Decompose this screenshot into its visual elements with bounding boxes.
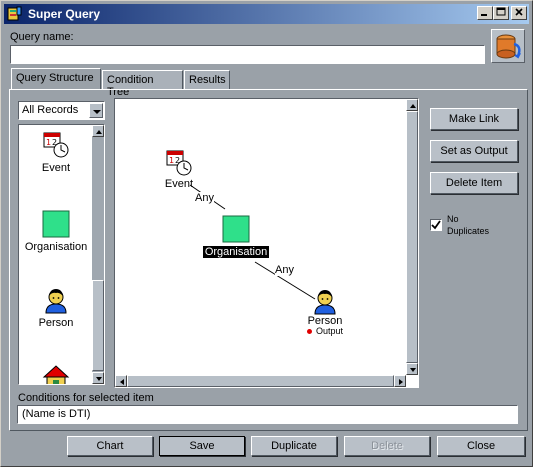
calendar-clock-icon: 1 2: [43, 132, 69, 158]
arrow-down-icon: [96, 377, 102, 381]
palette-scrollbar[interactable]: [92, 125, 104, 384]
no-duplicates-label: No Duplicates: [447, 213, 489, 237]
canvas-node-label: Event: [164, 178, 194, 190]
palette-scroll-thumb[interactable]: [92, 280, 104, 371]
arrow-up-icon: [410, 104, 416, 108]
close-button[interactable]: Close: [437, 436, 525, 456]
palette-item-label: Person: [38, 317, 74, 329]
palette-item-place[interactable]: [19, 363, 93, 384]
arrow-down-icon: [410, 368, 416, 372]
scroll-down-button[interactable]: [92, 372, 104, 384]
output-label: Output: [315, 326, 344, 336]
super-query-window: Super Query Query name: Query Structure …: [0, 0, 533, 467]
arrow-left-icon: [120, 379, 124, 385]
canvas-vertical-scrollbar[interactable]: [406, 99, 418, 375]
no-duplicates-label-line1: No: [447, 214, 459, 224]
delete-item-button[interactable]: Delete Item: [430, 172, 518, 194]
close-window-button[interactable]: [511, 6, 527, 20]
house-icon: [42, 365, 70, 384]
close-icon: [515, 8, 523, 16]
canvas-horizontal-scrollbar[interactable]: [115, 375, 406, 387]
green-square-icon: [222, 215, 250, 243]
chart-button[interactable]: Chart: [67, 436, 153, 456]
scroll-up-button[interactable]: [92, 125, 104, 137]
palette-item-label: Event: [41, 162, 71, 174]
save-button[interactable]: Save: [159, 436, 245, 456]
arrow-right-icon: [399, 379, 403, 385]
duplicate-button[interactable]: Duplicate: [251, 436, 337, 456]
arrow-up-icon: [96, 130, 102, 134]
link-label[interactable]: Any: [195, 192, 214, 204]
chevron-down-icon: [93, 110, 101, 114]
query-name-input[interactable]: [10, 45, 485, 64]
record-filter-select[interactable]: All Records: [18, 101, 105, 120]
node-palette-list: 1 2 Event Organisation Person: [18, 124, 105, 385]
svg-text:1: 1: [46, 138, 51, 147]
scroll-up-button[interactable]: [406, 99, 418, 111]
person-icon: [45, 289, 67, 314]
minimize-button[interactable]: [477, 6, 493, 20]
minimize-icon: [481, 14, 487, 16]
calendar-clock-icon: 1 2: [166, 150, 192, 176]
set-as-output-button[interactable]: Set as Output: [430, 140, 518, 162]
canvas-node-label-selected: Organisation: [202, 246, 270, 258]
tab-results[interactable]: Results: [184, 70, 230, 90]
record-filter-dropdown-button[interactable]: [89, 103, 103, 118]
output-marker: Output: [300, 326, 350, 336]
tab-condition-tree[interactable]: Condition Tree: [102, 70, 183, 98]
maximize-button[interactable]: [493, 6, 509, 20]
person-icon: [314, 290, 336, 315]
record-filter-value: All Records: [22, 104, 79, 116]
checkmark-icon: [431, 220, 441, 230]
conditions-label: Conditions for selected item: [18, 392, 154, 404]
canvas-node-organisation[interactable]: Organisation: [201, 215, 271, 258]
query-database-button[interactable]: [491, 29, 525, 63]
scroll-down-button[interactable]: [406, 363, 418, 375]
scroll-right-button[interactable]: [394, 375, 406, 387]
window-title: Super Query: [28, 7, 101, 21]
scroll-left-button[interactable]: [115, 375, 127, 387]
conditions-field[interactable]: (Name is DTI): [17, 405, 518, 424]
canvas-node-event[interactable]: 1 2 Event: [159, 149, 199, 190]
svg-text:1: 1: [169, 156, 174, 165]
output-dot-icon: [306, 329, 312, 335]
palette-item-label: Organisation: [24, 241, 88, 253]
make-link-button[interactable]: Make Link: [430, 108, 518, 130]
link-label[interactable]: Any: [275, 264, 294, 276]
green-square-icon: [42, 210, 70, 238]
delete-button[interactable]: Delete: [344, 436, 430, 456]
app-icon: [7, 6, 23, 22]
database-arrow-icon: [496, 34, 521, 59]
canvas-horizontal-thumb[interactable]: [127, 375, 394, 387]
palette-item-person[interactable]: Person: [19, 286, 93, 329]
no-duplicates-checkbox[interactable]: [430, 219, 442, 231]
palette-item-event[interactable]: 1 2 Event: [19, 131, 93, 174]
tab-query-structure[interactable]: Query Structure: [11, 68, 101, 90]
no-duplicates-label-line2: Duplicates: [447, 226, 490, 236]
palette-item-organisation[interactable]: Organisation: [19, 210, 93, 253]
canvas-vertical-thumb[interactable]: [406, 111, 418, 363]
query-name-label: Query name:: [10, 31, 74, 43]
title-bar: Super Query: [4, 4, 529, 24]
maximize-icon: [496, 7, 506, 16]
canvas-node-person[interactable]: Person Output: [300, 287, 350, 336]
query-canvas[interactable]: 1 2 Event Any Organisation Any Person Ou…: [114, 98, 419, 388]
